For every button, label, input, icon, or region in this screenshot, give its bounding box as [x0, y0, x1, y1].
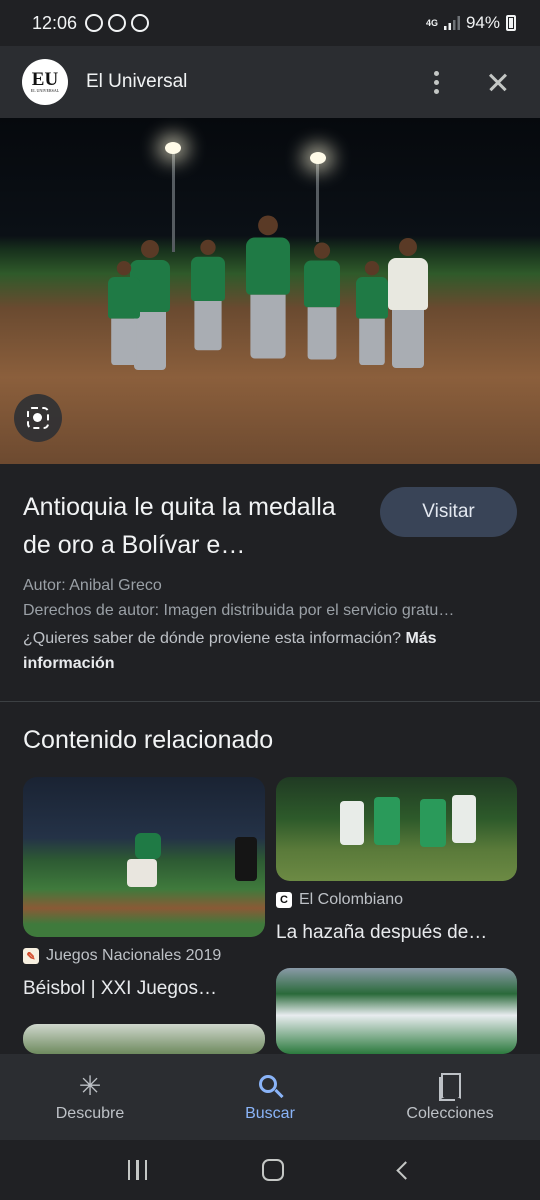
related-image-team[interactable]: [276, 968, 517, 1054]
nav-label: Descubre: [55, 1105, 125, 1122]
info-question: ¿Quieres saber de dónde proviene esta in…: [23, 626, 513, 676]
related-source-name: El Colombiano: [299, 891, 404, 908]
status-bar: 12:06 4G 94%: [0, 0, 540, 46]
image-metadata: Autor: Anibal Greco Derechos de autor: I…: [23, 573, 523, 623]
more-dot-icon: [433, 88, 439, 94]
author-text: Autor: Anibal Greco: [23, 577, 162, 594]
image-info-panel: Antioquia le quita la medalla de oro a B…: [0, 464, 540, 702]
network-icon: 4G: [425, 17, 438, 28]
circle-app-icon: [108, 14, 127, 32]
question-text: ¿Quieres saber de dónde proviene esta in…: [23, 630, 401, 647]
lens-search-button[interactable]: [14, 394, 62, 442]
player-figure: [246, 215, 290, 359]
stadium-light: [165, 142, 181, 154]
nav-label: Colecciones: [406, 1105, 494, 1122]
hero-image[interactable]: [0, 118, 540, 464]
logo-subtext: EL UNIVERSAL: [30, 88, 60, 93]
related-title[interactable]: Béisbol | XXI Juegos…: [23, 978, 265, 1000]
battery-percentage: 94%: [465, 13, 500, 32]
copyright-text: Derechos de autor: Imagen distribuida po…: [23, 602, 455, 619]
player-figure: [108, 261, 140, 365]
soccer-ball-icon: [131, 14, 150, 32]
back-button[interactable]: [396, 1160, 416, 1180]
logo-text: EU: [31, 69, 59, 90]
related-content-heading: Contenido relacionado: [23, 726, 274, 754]
search-icon: [259, 1071, 277, 1101]
whatsapp-icon: [85, 14, 104, 32]
source-logo[interactable]: EU EL UNIVERSAL: [22, 59, 68, 105]
juegos-favicon: ✎: [23, 948, 39, 964]
player-figure: [388, 238, 428, 368]
light-pole: [316, 162, 319, 242]
lens-icon: [27, 407, 49, 429]
player-figure: [340, 801, 364, 845]
close-button[interactable]: [478, 62, 518, 102]
nav-descubre[interactable]: ✳ Descubre: [0, 1054, 180, 1140]
player-figure: [127, 859, 157, 887]
player-figure: [452, 795, 476, 843]
related-source: ✎ Juegos Nacionales 2019: [23, 947, 221, 965]
battery-icon: [506, 15, 516, 31]
related-image-pitcher[interactable]: [23, 777, 265, 937]
visit-button[interactable]: Visitar: [380, 487, 517, 537]
asterisk-icon: ✳: [78, 1070, 102, 1101]
player-figure: [420, 799, 446, 847]
player-figure: [356, 261, 388, 365]
more-options-button[interactable]: [422, 62, 450, 102]
collections-icon: [439, 1071, 461, 1101]
signal-icon: [443, 16, 460, 30]
more-dot-icon: [433, 70, 439, 76]
related-source-name: Juegos Nacionales 2019: [46, 947, 222, 964]
recent-apps-button[interactable]: [127, 1160, 148, 1180]
status-right: 4G 94%: [426, 13, 516, 33]
source-title[interactable]: El Universal: [86, 71, 187, 93]
el-colombiano-favicon: C: [276, 892, 292, 908]
nav-buscar[interactable]: Buscar: [180, 1054, 360, 1140]
related-image-celebration[interactable]: [276, 777, 517, 881]
related-title[interactable]: La hazaña después de…: [276, 922, 517, 944]
player-figure: [191, 239, 225, 351]
system-navigation: [0, 1140, 540, 1200]
nav-colecciones[interactable]: Colecciones: [360, 1054, 540, 1140]
related-image-partial[interactable]: [23, 1024, 265, 1054]
light-pole: [172, 152, 175, 252]
article-title[interactable]: Antioquia le quita la medalla de oro a B…: [23, 488, 368, 564]
nav-label: Buscar: [245, 1105, 295, 1122]
stadium-light: [310, 152, 326, 164]
player-figure: [304, 242, 340, 360]
player-figure: [135, 833, 161, 859]
umpire-figure: [235, 837, 257, 881]
home-button[interactable]: [262, 1159, 285, 1181]
bottom-navigation: ✳ Descubre Buscar Colecciones: [0, 1054, 540, 1140]
player-figure: [374, 797, 400, 845]
related-source: C El Colombiano: [276, 891, 403, 909]
more-dot-icon: [433, 79, 439, 85]
status-time: 12:06: [32, 12, 78, 33]
source-header: EU EL UNIVERSAL El Universal: [0, 46, 540, 118]
notification-icons: [85, 14, 150, 32]
